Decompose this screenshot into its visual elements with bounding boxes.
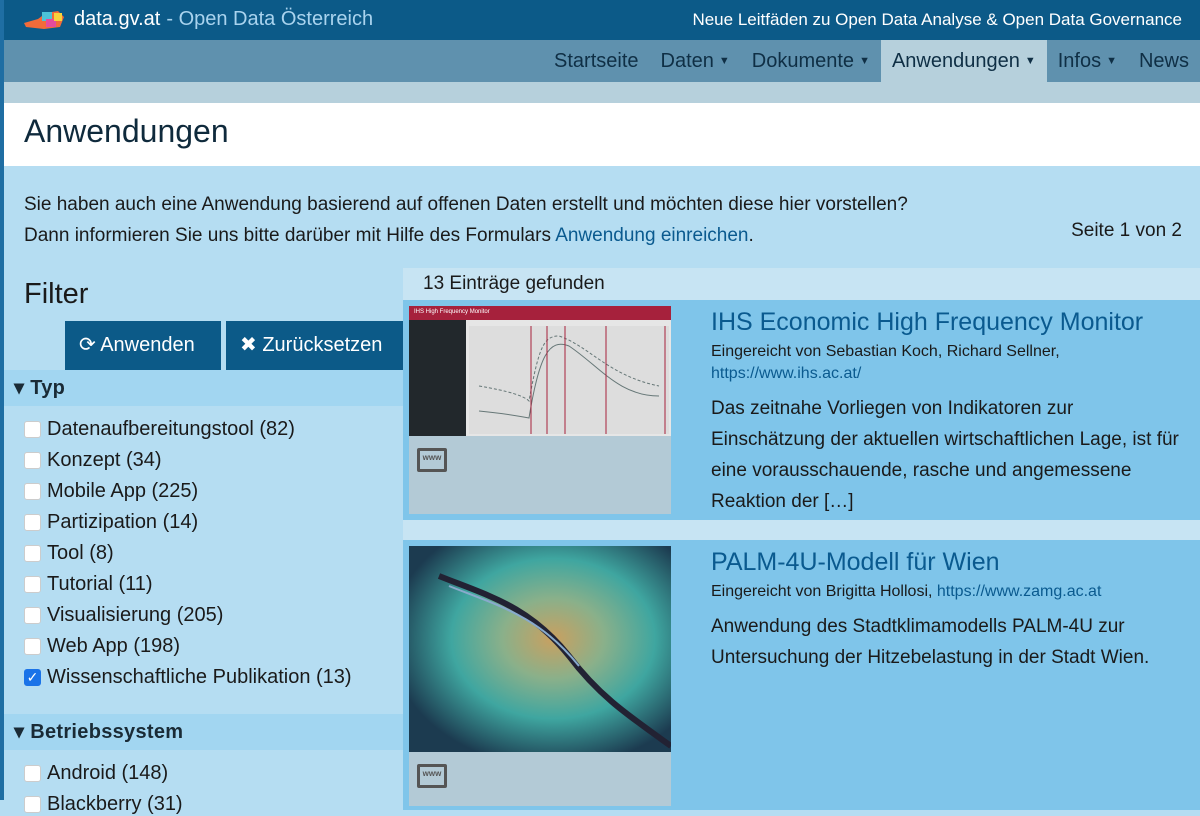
checkbox[interactable] — [24, 765, 41, 782]
filter-option-label: Datenaufbereitungstool (82) — [47, 418, 295, 440]
filter-option[interactable]: Partizipation (14) — [24, 511, 198, 534]
filter-option-label: Web App (198) — [47, 635, 181, 657]
checkbox[interactable] — [24, 796, 41, 813]
intro-line-2: Dann informieren Sie uns bitte darüber m… — [24, 225, 556, 246]
result-card[interactable]: www PALM-4U-Modell für Wien Eingereicht … — [403, 540, 1200, 810]
announcement-link[interactable]: Neue Leitfäden zu Open Data Analyse & Op… — [692, 10, 1182, 30]
web-app-icon: www — [417, 448, 447, 472]
checkbox[interactable] — [24, 638, 41, 655]
filter-option-label: Partizipation (14) — [47, 511, 199, 533]
nav-label: Startseite — [554, 50, 639, 72]
refresh-icon: ⟳ — [79, 334, 96, 356]
brand-name[interactable]: data.gv.at — [74, 8, 160, 30]
submit-application-link[interactable]: Anwendung einreichen — [555, 225, 748, 246]
filter-option-label: Wissenschaftliche Publikation (13) — [47, 666, 352, 688]
map-thumbnail — [409, 546, 671, 752]
austria-logo[interactable] — [24, 9, 64, 31]
results: 13 Einträge gefunden IHS High Frequency … — [403, 268, 1200, 810]
filter-option[interactable]: Blackberry (31) — [24, 793, 183, 816]
nav-startseite[interactable]: Startseite — [543, 40, 649, 82]
nav-label: Dokumente — [751, 50, 855, 72]
result-url[interactable]: https://www.ihs.ac.at/ — [711, 365, 861, 382]
apply-label: Anwenden — [100, 334, 195, 356]
section-typ[interactable]: ▾ Typ — [0, 370, 403, 406]
result-title[interactable]: IHS Economic High Frequency Monitor — [711, 308, 1180, 337]
filter-option[interactable]: ✓ Wissenschaftliche Publikation (13) — [24, 666, 352, 689]
nav-daten[interactable]: Daten ▼ — [650, 40, 741, 82]
intro-suffix: . — [748, 225, 754, 246]
result-description: Anwendung des Stadtklimamodells PALM-4U … — [711, 616, 1150, 668]
filter-option[interactable]: Mobile App (225) — [24, 480, 198, 503]
filter-option[interactable]: Datenaufbereitungstool (82) — [24, 418, 295, 441]
title-bar: Anwendungen — [0, 103, 1200, 166]
left-edge — [0, 0, 4, 800]
filter-option-label: Konzept (34) — [47, 449, 162, 471]
pagination-text: Seite 1 von 2 — [1071, 220, 1182, 241]
close-icon: ✖ — [240, 334, 257, 356]
main-nav: Startseite Daten ▼ Dokumente ▼ Anwendungen ▼ In… — [0, 40, 1200, 82]
nav-label: Anwendungen — [891, 50, 1020, 72]
submitted-by: Eingereicht von Brigitta Hollosi, — [711, 583, 933, 600]
nav-label: Daten — [660, 50, 714, 72]
nav-dokumente[interactable]: Dokumente ▼ — [741, 40, 881, 82]
nav-news[interactable]: News — [1128, 40, 1200, 82]
result-card[interactable]: IHS High Frequency Monitor www IHS Econo… — [403, 300, 1200, 520]
filter-option[interactable]: Visualisierung (205) — [24, 604, 223, 627]
page-title: Anwendungen — [24, 113, 229, 149]
checkbox[interactable] — [24, 607, 41, 624]
filter-title: Filter — [24, 278, 89, 310]
result-title[interactable]: PALM-4U-Modell für Wien — [711, 548, 1180, 577]
checkbox[interactable] — [24, 483, 41, 500]
thumb-title: IHS High Frequency Monitor — [409, 306, 671, 320]
filter-option-label: Blackberry (31) — [47, 793, 183, 815]
section-label: Typ — [30, 377, 66, 399]
apply-button[interactable]: ⟳ Anwenden — [65, 321, 221, 370]
chart-thumbnail — [469, 326, 669, 434]
thumbnail[interactable]: IHS High Frequency Monitor www — [409, 306, 671, 514]
filter-option-label: Tool (8) — [47, 542, 114, 564]
nav-label: Infos — [1057, 50, 1102, 72]
checkbox[interactable] — [24, 452, 41, 469]
filter-option[interactable]: Tool (8) — [24, 542, 114, 565]
filter-option[interactable]: Tutorial (11) — [24, 573, 153, 596]
filter-option-label: Android (148) — [47, 762, 169, 784]
checkbox[interactable] — [24, 514, 41, 531]
filter-option[interactable]: Web App (198) — [24, 635, 180, 658]
brand-subtitle: - Open Data Österreich — [166, 8, 374, 30]
thumbnail[interactable]: www — [409, 546, 671, 806]
checkbox[interactable] — [24, 545, 41, 562]
filter-option[interactable]: Android (148) — [24, 762, 168, 785]
web-app-icon: www — [417, 764, 447, 788]
nav-anwendungen[interactable]: Anwendungen ▼ — [880, 40, 1047, 82]
caret-down-icon: ▼ — [1106, 55, 1117, 67]
caret-down-icon: ▾ — [14, 721, 25, 743]
checkbox[interactable] — [24, 421, 41, 438]
filter-option-label: Mobile App (225) — [47, 480, 199, 502]
nav-strip — [0, 82, 1200, 103]
result-url[interactable]: https://www.zamg.ac.at — [937, 583, 1102, 600]
section-betriebssystem[interactable]: ▾ Betriebssystem — [0, 714, 403, 750]
intro-text: Sie haben auch eine Anwendung basierend … — [24, 189, 908, 251]
result-description: Das zeitnahe Vorliegen von Indikatoren z… — [711, 398, 1179, 512]
checkbox[interactable] — [24, 576, 41, 593]
checkbox[interactable]: ✓ — [24, 669, 41, 686]
intro-line-1: Sie haben auch eine Anwendung basierend … — [24, 194, 908, 215]
nav-label: News — [1138, 50, 1189, 72]
nav-infos[interactable]: Infos ▼ — [1047, 40, 1128, 82]
caret-down-icon: ▼ — [859, 55, 870, 67]
caret-down-icon: ▼ — [1024, 55, 1036, 67]
result-count: 13 Einträge gefunden — [423, 273, 605, 294]
section-label: Betriebssystem — [30, 721, 184, 743]
caret-down-icon: ▾ — [14, 377, 25, 399]
caret-down-icon: ▼ — [718, 55, 730, 67]
filter-option-label: Visualisierung (205) — [47, 604, 224, 626]
reset-button[interactable]: ✖ Zurücksetzen — [226, 321, 403, 370]
filter-option-label: Tutorial (11) — [47, 573, 153, 595]
reset-label: Zurücksetzen — [262, 334, 383, 356]
top-bar: data.gv.at - Open Data Österreich Neue Le… — [0, 0, 1200, 40]
filter-sidebar: Filter ⟳ Anwenden ✖ Zurücksetzen ▾ Typ ▾… — [0, 268, 403, 815]
submitted-by: Eingereicht von Sebastian Koch, Richard … — [711, 343, 1060, 360]
filter-option[interactable]: Konzept (34) — [24, 449, 162, 472]
